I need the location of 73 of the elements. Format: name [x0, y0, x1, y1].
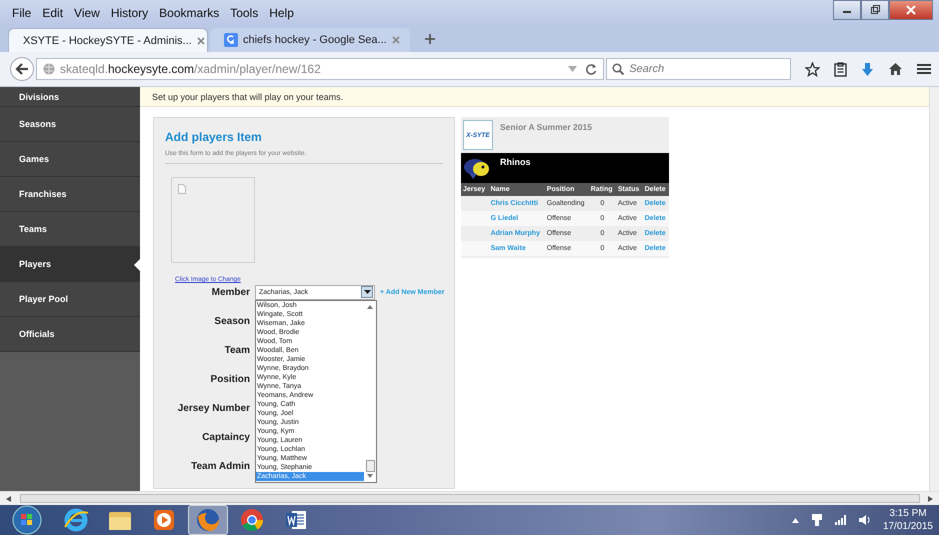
star-icon[interactable]	[805, 62, 820, 76]
form-title: Add players Item	[165, 130, 262, 144]
new-tab-icon[interactable]	[424, 33, 436, 45]
scroll-left-icon[interactable]	[6, 496, 11, 502]
field-label: Team	[224, 344, 250, 356]
clipboard-icon[interactable]	[834, 62, 848, 76]
document-w-icon	[284, 508, 308, 532]
sidebar-item[interactable]: Officials	[0, 317, 140, 352]
menu-item[interactable]: History	[110, 6, 148, 20]
browser-e-icon	[63, 507, 89, 533]
speaker-icon[interactable]	[858, 514, 871, 526]
browser-tab[interactable]: chiefs hockey - Google Sea...	[210, 28, 410, 52]
field-label: Team Admin	[190, 460, 250, 472]
close-button[interactable]	[889, 0, 933, 20]
tab-favicon-icon	[224, 33, 238, 47]
close-icon	[906, 5, 916, 15]
scrollbar[interactable]	[0, 491, 939, 505]
scroll-up-icon[interactable]	[367, 304, 373, 308]
search-field[interactable]: Search	[606, 58, 792, 80]
media-player-icon	[152, 508, 176, 532]
sidebar-item[interactable]: Divisions	[0, 87, 140, 107]
broken-image-icon	[178, 184, 186, 194]
field-label: Jersey Number	[176, 402, 250, 414]
scrollbar[interactable]	[929, 87, 939, 491]
menu-item[interactable]: File	[12, 6, 32, 20]
taskbar-button[interactable]	[188, 505, 228, 535]
menu-item[interactable]: Help	[269, 6, 294, 20]
browser-tab[interactable]: XSYTE - HockeySYTE - Adminis...	[8, 28, 208, 52]
field-label: Position	[210, 374, 250, 384]
reload-icon[interactable]	[585, 63, 598, 75]
caret-icon	[364, 290, 370, 294]
globe-icon	[42, 63, 55, 75]
pointer-icon	[134, 259, 140, 271]
scroll-down-icon[interactable]	[367, 474, 373, 478]
sidebar-item[interactable]: Games	[0, 142, 140, 177]
menu-item[interactable]: Edit	[42, 6, 64, 20]
back-arrow-icon	[14, 63, 29, 75]
sidebar-item[interactable]: Franchises	[0, 177, 140, 212]
field-label: Member	[210, 286, 250, 298]
scroll-thumb[interactable]	[366, 460, 374, 472]
menu-item[interactable]: Bookmarks	[159, 6, 220, 20]
search-icon	[612, 63, 624, 75]
signal-icon[interactable]	[834, 515, 847, 525]
address-bar[interactable]: skateqld.hockeysyte.com/xadmin/player/new/162	[36, 58, 604, 80]
scroll-thumb[interactable]	[20, 494, 920, 503]
sidebar-item[interactable]: Player Pool	[0, 282, 140, 317]
network-icon[interactable]	[810, 513, 823, 527]
scroll-right-icon[interactable]	[928, 496, 933, 502]
home-icon[interactable]	[888, 62, 904, 76]
restore-button[interactable]	[861, 0, 889, 20]
restore-icon	[870, 5, 880, 15]
menu-icon[interactable]	[917, 63, 931, 75]
close-tab-icon[interactable]	[196, 36, 205, 44]
sidebar-item[interactable]: Teams	[0, 212, 140, 247]
sidebar-item[interactable]: Seasons	[0, 107, 140, 142]
dropdown-button[interactable]	[361, 286, 373, 298]
start-button[interactable]	[12, 505, 42, 535]
fox-globe-icon	[195, 507, 221, 533]
menu-item[interactable]: Tools	[230, 6, 258, 20]
show-hidden-icon[interactable]	[792, 518, 799, 522]
info-banner: Set up your players that will play on your teams.	[140, 87, 929, 107]
clock-date: 17/01/2015	[882, 520, 933, 533]
sidebar-item[interactable]: Players	[0, 247, 140, 282]
download-icon[interactable]	[861, 62, 874, 76]
back-button[interactable]	[10, 57, 34, 81]
season-title: Senior A Summer 2015	[500, 122, 592, 134]
field-label: Season	[213, 316, 250, 326]
field-label: Captaincy	[201, 432, 250, 442]
clock-time: 3:15 PM	[889, 507, 927, 520]
chrome-icon	[239, 507, 265, 533]
menu-item[interactable]: View	[74, 6, 100, 20]
minimize-button[interactable]	[833, 0, 861, 20]
team-name: Rhinos	[500, 157, 530, 167]
